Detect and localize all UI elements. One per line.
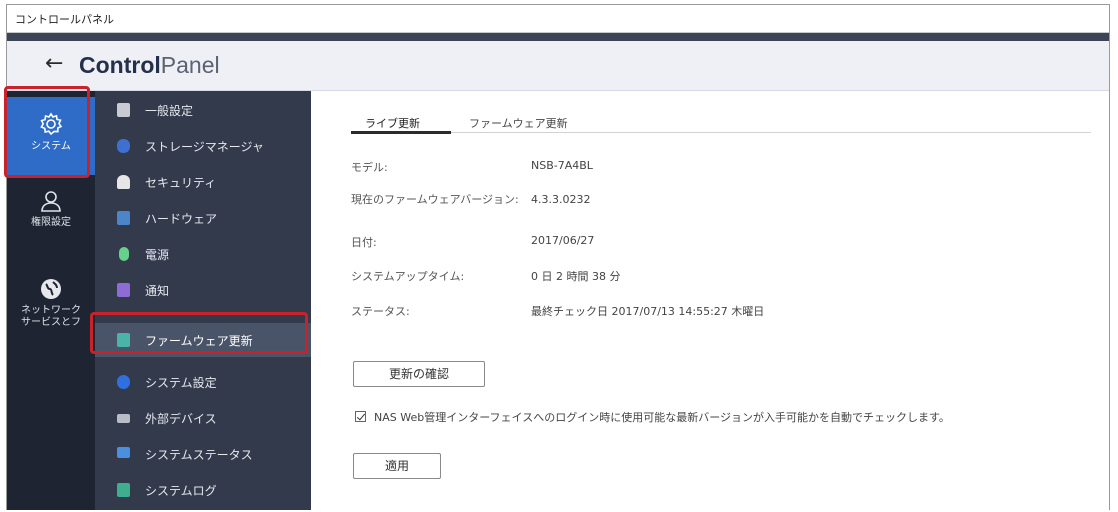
- back-arrow-icon[interactable]: ←: [45, 53, 63, 75]
- subnav-item-hardware[interactable]: ハードウェア: [95, 201, 311, 235]
- log-icon: [117, 483, 130, 497]
- subnav-item-system-log[interactable]: システムログ: [95, 473, 311, 507]
- lock-icon: [117, 175, 130, 189]
- firmware-version-value: 4.3.3.0232: [531, 193, 591, 206]
- rail-item-privilege[interactable]: 権限設定: [7, 189, 95, 251]
- power-icon: [119, 247, 129, 261]
- subnav-item-label: 一般設定: [145, 104, 194, 118]
- active-tab-indicator: [351, 131, 451, 134]
- hardware-icon: [117, 211, 130, 225]
- user-icon: [41, 191, 61, 212]
- settings-icon: [117, 103, 130, 117]
- apply-button[interactable]: 適用: [353, 453, 441, 479]
- subnav-item-general[interactable]: 一般設定: [95, 93, 311, 127]
- uptime-label: システムアップタイム:: [351, 270, 465, 283]
- subnav-item-label: 外部デバイス: [145, 412, 217, 426]
- brand-bold-part: Control: [79, 52, 161, 78]
- status-value: 最終チェック日 2017/07/13 14:55:27 木曜日: [531, 305, 765, 318]
- notification-icon: [117, 283, 130, 297]
- subnav-item-label: ハードウェア: [145, 212, 218, 226]
- external-device-icon: [117, 414, 130, 423]
- main-panel: ライブ更新 ファームウェア更新 モデル: NSB-7A4BL 現在のファームウェ…: [311, 91, 1109, 510]
- tab-bar: ライブ更新 ファームウェア更新: [351, 109, 1091, 134]
- check-update-button[interactable]: 更新の確認: [353, 361, 485, 387]
- subnav-item-label: システムステータス: [145, 448, 253, 462]
- rail-item-label: ネットワーク サービスとフ: [21, 305, 81, 328]
- rail-item-network-services[interactable]: ネットワーク サービスとフ: [7, 277, 95, 347]
- auto-check-row: NAS Web管理インターフェイスへのログイン時に使用可能な最新バージョンが入手…: [355, 409, 950, 425]
- subnav-item-system-status[interactable]: システムステータス: [95, 437, 311, 471]
- control-panel-window: コントロールパネル ← ControlPanel システム 権限設定 ネットワー…: [6, 4, 1110, 510]
- rail-item-label: 権限設定: [31, 217, 71, 228]
- model-label: モデル:: [351, 161, 388, 174]
- system-settings-icon: [117, 375, 130, 389]
- tab-live-update[interactable]: ライブ更新: [365, 115, 420, 131]
- app-brand-title: ControlPanel: [79, 52, 220, 78]
- brand-light-part: Panel: [160, 52, 220, 78]
- globe-icon: [41, 279, 61, 299]
- window-titlebar: コントロールパネル: [7, 5, 1109, 33]
- subnav-item-security[interactable]: セキュリティ: [95, 165, 311, 199]
- subnav-item-external-devices[interactable]: 外部デバイス: [95, 401, 311, 435]
- auto-check-checkbox[interactable]: [355, 411, 366, 422]
- subnav-item-label: ストレージマネージャ: [145, 140, 264, 154]
- highlight-system-callout: [4, 86, 90, 178]
- subnav-item-label: システムログ: [145, 484, 217, 498]
- subnav-item-label: セキュリティ: [145, 176, 217, 190]
- subnav-item-label: 電源: [145, 248, 170, 262]
- monitor-icon: [117, 447, 130, 458]
- subnav-item-notification[interactable]: 通知: [95, 273, 311, 307]
- subnav-item-label: 通知: [145, 284, 170, 298]
- subnav-item-power[interactable]: 電源: [95, 237, 311, 271]
- window-title: コントロールパネル: [15, 13, 114, 26]
- status-label: ステータス:: [351, 305, 410, 318]
- auto-check-label: NAS Web管理インターフェイスへのログイン時に使用可能な最新バージョンが入手…: [374, 411, 950, 424]
- tab-firmware-update[interactable]: ファームウェア更新: [469, 115, 568, 131]
- model-value: NSB-7A4BL: [531, 159, 593, 172]
- subnav-item-storage[interactable]: ストレージマネージャ: [95, 129, 311, 163]
- subnav-menu: 一般設定 ストレージマネージャ セキュリティ ハードウェア 電源 通知 ファーム…: [95, 91, 311, 510]
- app-header: ← ControlPanel: [7, 41, 1109, 91]
- uptime-value: 0 日 2 時間 38 分: [531, 270, 621, 283]
- firmware-version-label: 現在のファームウェアバージョン:: [351, 193, 519, 206]
- date-label: 日付:: [351, 236, 377, 249]
- storage-icon: [117, 139, 130, 153]
- subnav-item-system-settings[interactable]: システム設定: [95, 365, 311, 399]
- highlight-firmware-callout: [90, 312, 308, 354]
- header-accent-bar: [7, 33, 1109, 41]
- date-value: 2017/06/27: [531, 234, 595, 247]
- subnav-item-label: システム設定: [145, 376, 217, 390]
